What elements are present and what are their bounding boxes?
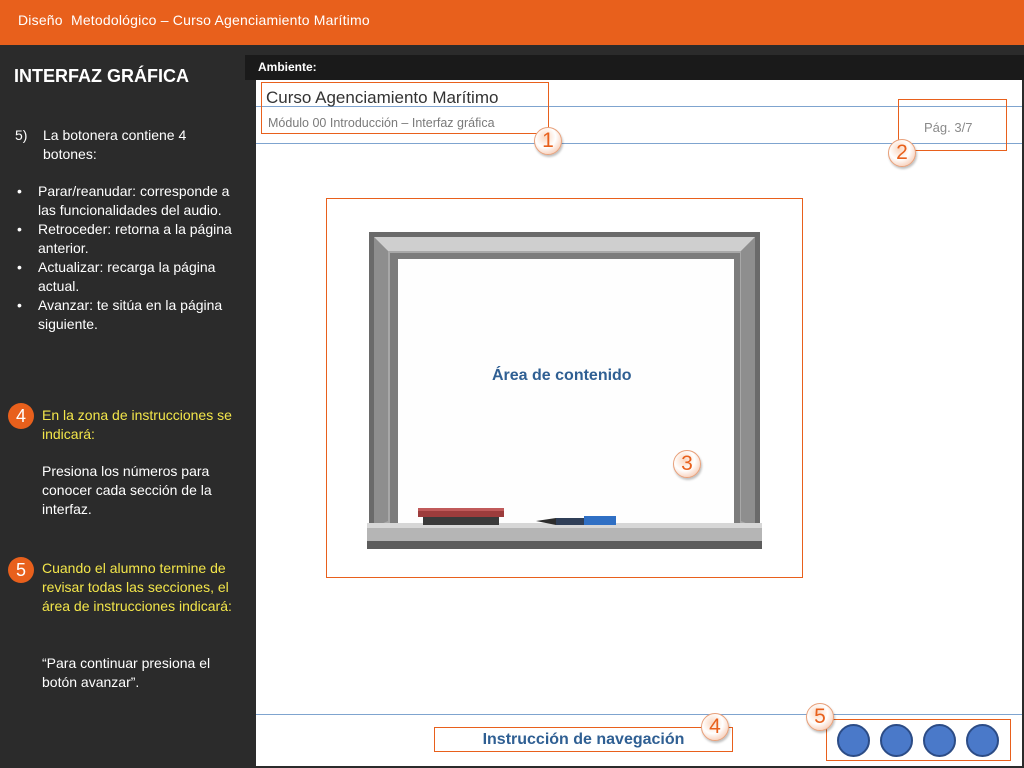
- bullet-reload: Actualizar: recarga la página actual.: [15, 258, 250, 296]
- step-4-heading: En la zona de instrucciones se indicará:: [42, 407, 232, 442]
- step-4-badge: 4: [8, 403, 34, 429]
- footer-divider: [256, 714, 1022, 715]
- callout-4-button[interactable]: 4: [701, 713, 729, 741]
- step-4-body: Presiona los números para conocer cada s…: [42, 463, 212, 517]
- button-description-list: Parar/reanudar: corresponde a las funcio…: [15, 182, 250, 334]
- top-header-bar: Diseño Metodológico – Curso Agenciamient…: [0, 0, 1024, 45]
- bullet-forward: Avanzar: te sitúa en la página siguiente…: [15, 296, 250, 334]
- step-5-badge: 5: [8, 557, 34, 583]
- bullet-stop-resume: Parar/reanudar: corresponde a las funcio…: [15, 182, 250, 220]
- step-5-body: “Para continuar presiona el botón avanza…: [42, 655, 211, 690]
- callout-2-button[interactable]: 2: [888, 139, 916, 167]
- presentation-title: Diseño Metodológico – Curso Agenciamient…: [18, 12, 370, 28]
- whiteboard-illustration: [367, 232, 762, 549]
- forward-button[interactable]: [966, 724, 999, 757]
- stop-resume-button[interactable]: [837, 724, 870, 757]
- point-text: La botonera contiene 4 botones:: [43, 127, 187, 162]
- content-area-label: Área de contenido: [492, 367, 632, 384]
- page-counter: Pág. 3/7: [924, 120, 973, 135]
- back-button[interactable]: [880, 724, 913, 757]
- sidebar-title: INTERFAZ GRÁFICA: [14, 66, 189, 86]
- instructions-sidebar: INTERFAZ GRÁFICA 5) La botonera contiene…: [0, 45, 255, 768]
- module-subtitle: Módulo 00 Introducción – Interfaz gráfic…: [268, 116, 495, 130]
- callout-3-button[interactable]: 3: [673, 450, 701, 478]
- bullet-back: Retroceder: retorna a la página anterior…: [15, 220, 250, 258]
- step-5-heading: Cuando el alumno termine de revisar toda…: [42, 560, 232, 614]
- ambient-bar: [245, 55, 1024, 80]
- course-title: Curso Agenciamiento Marítimo: [266, 88, 499, 107]
- navigation-instruction: Instrucción de navegación: [482, 731, 685, 748]
- callout-5-button[interactable]: 5: [806, 703, 834, 731]
- callout-1-button[interactable]: 1: [534, 127, 562, 155]
- ambient-label: Ambiente:: [258, 60, 317, 74]
- reload-button[interactable]: [923, 724, 956, 757]
- point-number: 5): [15, 127, 28, 143]
